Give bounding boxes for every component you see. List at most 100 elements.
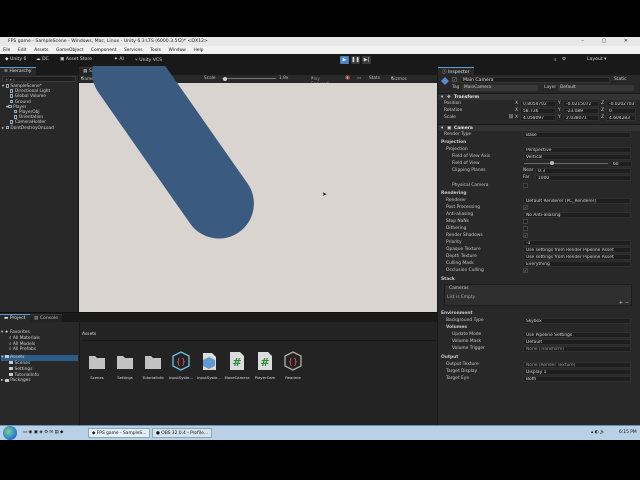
layout-dropdown[interactable]: Layout ▾ [585,56,608,64]
scale-y-field[interactable]: 2.038071 [563,114,599,121]
mode-dropdown[interactable]: Game ▾ [81,76,94,82]
display-icon[interactable]: ▭ [357,76,361,81]
remove-icon[interactable]: − [625,300,629,306]
output-section[interactable]: Output [438,354,640,361]
ai-button[interactable]: ✦ AI [112,56,126,64]
gear-icon[interactable]: ⚙ [560,56,568,64]
scale-slider-handle[interactable] [223,76,227,81]
tree-all-prefabs[interactable]: ⌕ All Prefabs [1,347,78,353]
menu-gameobject[interactable]: GameObject [53,46,86,53]
asset-movecamera[interactable]: # MoveCamera [224,351,250,380]
stop-nans-checkbox[interactable] [523,219,528,224]
game-render-viewport[interactable]: ➤ [79,66,437,312]
postprocessing-checkbox[interactable]: ✓ [523,205,528,210]
object-name-input[interactable]: Main Camera [460,76,610,83]
volume-trigger-field[interactable]: None (Transform) [523,345,631,352]
asset-settings[interactable]: Settings [112,351,138,380]
physical-camera-checkbox[interactable] [523,183,528,188]
dithering-checkbox[interactable] [523,226,528,231]
update-mode-dropdown[interactable]: Use Pipeline Settings [523,331,631,338]
fov-axis-dropdown[interactable]: Vertical [523,153,631,160]
menu-component[interactable]: Component [88,46,120,53]
asset-tutorialinfo[interactable]: TutorialInfo [140,351,166,380]
tab-project[interactable]: ▬ Project [0,314,30,322]
unity-vcs-button[interactable]: ⑂ Unity VCS [133,56,164,64]
play-focused-dropdown[interactable]: Play Focused ▾ [311,76,329,87]
window-controls[interactable]: – ▢ ✕ [581,38,636,44]
tab-hierarchy[interactable]: ≡ Hierarchy [0,67,36,75]
asset-inputsystem-ui[interactable]: InputSyste... [196,351,222,380]
output-texture-field[interactable]: None (Render Texture) [523,361,631,368]
transform-component-header[interactable]: ▾ ✥ Transform [438,93,640,100]
position-x-field[interactable]: 0.8054702 [520,100,556,107]
asset-scenes[interactable]: Scenes [84,351,110,380]
tag-dropdown[interactable]: MainCamera [462,84,538,91]
camera-component-header[interactable]: ▾ ▣ Camera [438,124,640,131]
occlusion-culling-checkbox[interactable]: ✓ [523,268,528,273]
dc-button[interactable]: ☁ DC [34,56,51,64]
depth-texture-dropdown[interactable]: Use settings from Render Pipeline Asset [523,253,631,260]
layer-dropdown[interactable]: Default [558,84,634,91]
stats-button[interactable]: Stats [369,76,380,81]
target-display-dropdown[interactable]: Display 1 [523,368,631,375]
projection-section[interactable]: Projection [438,139,640,146]
tree-packages[interactable]: ▸ Packages [1,378,78,384]
taskbar-item-unity[interactable]: ◆ FPS game - SampleS... [88,428,151,438]
scale-slider[interactable] [222,78,276,79]
tab-console[interactable]: ▤ Console [30,314,63,322]
tree-item-dontdestroyonload[interactable]: ▸ DontDestroyOnLoad [0,126,78,131]
link-icon[interactable]: ⛓ [508,115,514,120]
breadcrumb[interactable]: Assets [82,332,96,337]
rotation-x-field[interactable]: 58.736 [520,107,556,114]
start-button-icon[interactable] [3,426,17,440]
position-y-field[interactable]: -0.0215072 [563,100,599,107]
search-icon[interactable]: ⌕ [552,56,559,64]
menu-tools[interactable]: Tools [147,46,164,53]
environment-section[interactable]: Environment [438,310,640,317]
play-button[interactable]: ▶ [340,56,349,64]
scale-z-field[interactable]: 4.604283 [606,114,636,121]
active-checkbox[interactable]: ✓ [452,77,457,82]
menu-window[interactable]: Window [166,46,189,53]
asset-readme[interactable]: {} Readme [280,351,306,380]
menu-file[interactable]: File [0,46,13,53]
menu-services[interactable]: Services [121,46,146,53]
taskbar-app-icons[interactable]: ▭ ◉ ▣ ◈ ⚙ ✉ ▤ ◆ [20,428,66,438]
position-z-field[interactable]: -0.0202703 [606,100,636,107]
account-button[interactable]: ◆ Unity 6 [3,56,28,64]
stack-section[interactable]: Stack [438,276,640,283]
render-shadows-checkbox[interactable]: ✓ [523,233,528,238]
static-toggle[interactable]: Static [614,77,627,82]
menu-assets[interactable]: Assets [31,46,51,53]
opaque-texture-dropdown[interactable]: Use settings from Render Pipeline Asset [523,246,631,253]
menu-edit[interactable]: Edit [15,46,30,53]
target-eye-dropdown[interactable]: Both [523,375,631,382]
fov-slider-handle[interactable] [550,161,554,165]
step-button[interactable]: ▶| [362,56,371,64]
culling-mask-dropdown[interactable]: Everything [523,260,631,267]
asset-inputsystem-actions[interactable]: {} InputSyste... [168,351,194,380]
priority-field[interactable]: -1 [523,239,631,246]
asset-store-button[interactable]: ▣ Asset Store [58,56,94,64]
asset-playercam[interactable]: # PlayerCam [252,351,278,380]
far-field[interactable]: 1000 [535,174,631,181]
volume-mask-dropdown[interactable]: Default [523,338,631,345]
gizmos-dropdown[interactable]: Gizmos ▾ [391,76,407,82]
mute-icon[interactable]: 🔇 [345,76,350,81]
add-icon[interactable]: + [619,300,623,306]
near-field[interactable]: 0.3 [535,167,631,174]
pause-button[interactable]: ❚❚ [351,56,360,64]
rotation-y-field[interactable]: -23.089 [563,107,599,114]
system-tray-icons[interactable]: ▴ ◐ 🔊 [588,428,608,438]
scale-x-field[interactable]: 4.058097 [520,114,556,121]
hierarchy-search-input[interactable]: + ▾ ⌕ [2,76,76,82]
taskbar-item-obs[interactable]: ● OBS 32.0.4 - Profile... [152,428,212,438]
antialiasing-dropdown[interactable]: No Anti-aliasing [523,211,631,218]
render-type-dropdown[interactable]: Base [523,131,631,138]
renderer-dropdown[interactable]: Default Renderer (PC_Renderer) [523,197,631,204]
menu-help[interactable]: Help [190,46,206,53]
projection-dropdown[interactable]: Perspective [523,146,631,153]
fov-slider[interactable] [524,163,608,164]
tab-inspector[interactable]: ⓘ Inspector [438,67,474,75]
rendering-section[interactable]: Rendering [438,190,640,197]
